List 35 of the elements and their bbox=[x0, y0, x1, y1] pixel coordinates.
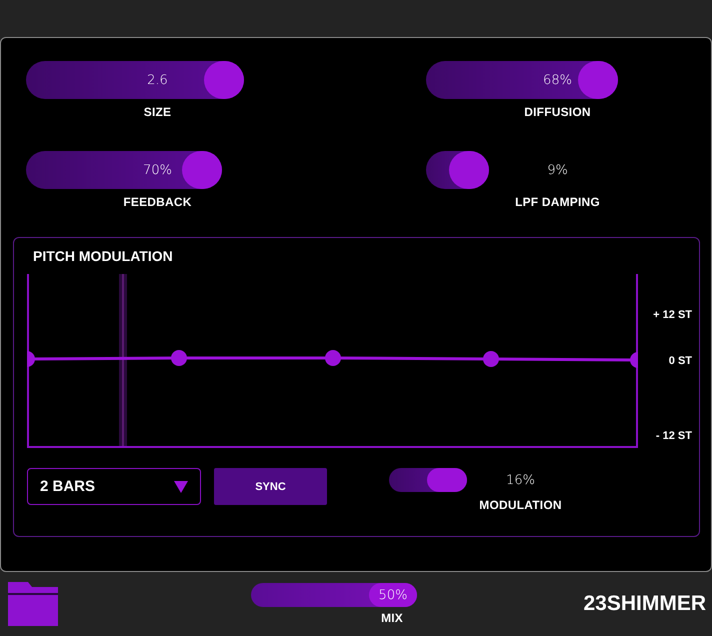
control-point[interactable] bbox=[171, 350, 187, 366]
sync-button[interactable]: SYNC bbox=[214, 468, 327, 505]
length-dropdown[interactable]: 2 BARS bbox=[27, 468, 201, 505]
axis-label: + 12 ST bbox=[653, 309, 692, 321]
slider-thumb[interactable] bbox=[427, 468, 467, 492]
slider-label: DIFFUSION bbox=[524, 105, 591, 119]
slider-value: 16% bbox=[506, 472, 535, 488]
slider-fill[interactable] bbox=[26, 61, 244, 99]
control-point[interactable] bbox=[325, 350, 341, 366]
slider-thumb[interactable] bbox=[182, 151, 222, 189]
slider-fill[interactable] bbox=[389, 468, 467, 492]
slider-fill[interactable] bbox=[426, 151, 489, 189]
folder-icon[interactable] bbox=[8, 582, 58, 626]
slider-fill[interactable] bbox=[26, 151, 222, 189]
slider-label: FEEDBACK bbox=[123, 195, 192, 209]
slider-value: 68% bbox=[543, 72, 572, 88]
slider-value: 9% bbox=[547, 162, 568, 178]
slider-fill[interactable] bbox=[426, 61, 618, 99]
axis-label: - 12 ST bbox=[656, 430, 692, 442]
control-point[interactable] bbox=[27, 351, 35, 367]
slider-thumb[interactable] bbox=[204, 61, 244, 99]
slider-label: MODULATION bbox=[479, 498, 562, 512]
slider-thumb[interactable] bbox=[449, 151, 489, 189]
slider-label: SIZE bbox=[144, 105, 172, 119]
axis-label: 0 ST bbox=[668, 355, 692, 367]
brand-name: 23SHIMMER bbox=[583, 592, 706, 616]
slider-value: 2.6 bbox=[147, 72, 168, 88]
control-point[interactable] bbox=[630, 352, 638, 368]
panel-title: PITCH MODULATION bbox=[33, 248, 174, 264]
caret-icon bbox=[174, 480, 188, 492]
slider-thumb[interactable] bbox=[578, 61, 618, 99]
slider-label: LPF DAMPING bbox=[515, 195, 600, 209]
slider-label: MIX bbox=[381, 611, 403, 625]
slider-value: 70% bbox=[143, 162, 172, 178]
control-point[interactable] bbox=[483, 351, 499, 367]
